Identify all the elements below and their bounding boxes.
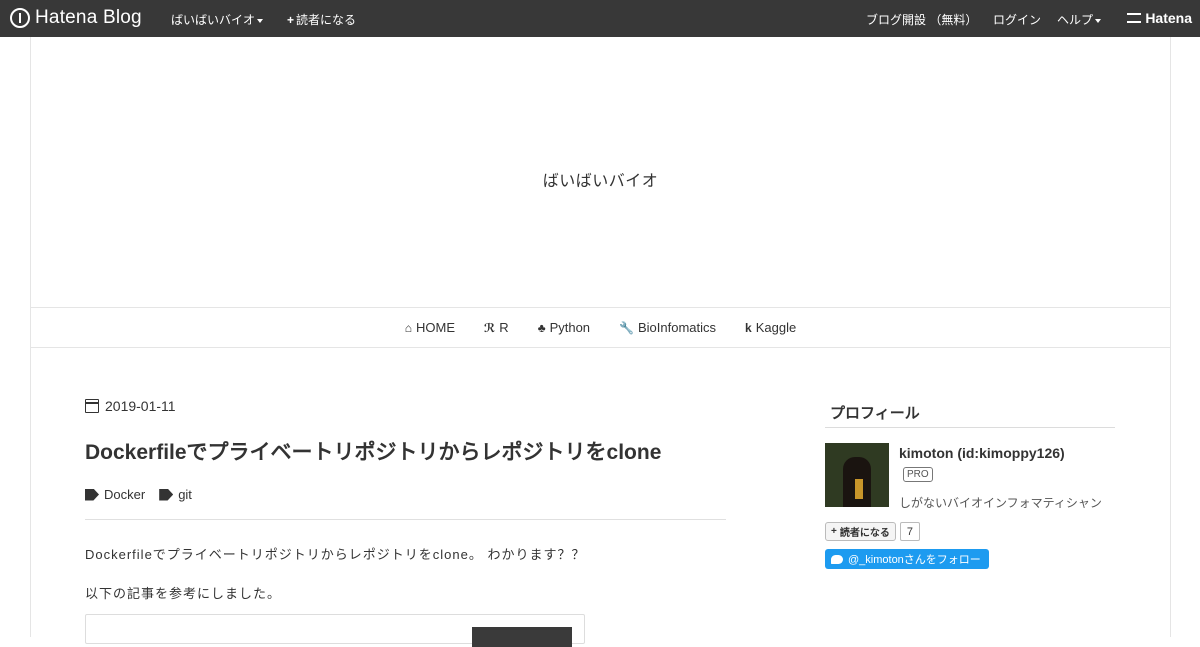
- article-paragraph: Dockerfileでプライベートリポジトリからレポジトリをclone。 わかり…: [85, 547, 586, 562]
- plus-icon: +: [287, 13, 295, 27]
- subscriber-count[interactable]: 7: [899, 522, 920, 541]
- hatena-blog-logo-icon: [10, 8, 30, 28]
- nav-item-r[interactable]: ℛR: [484, 320, 509, 335]
- hatena-logo-icon: [1127, 13, 1142, 23]
- twitter-follow-label: @_kimotonさんをフォロー: [848, 554, 981, 566]
- article-date[interactable]: 2019-01-11: [85, 398, 176, 414]
- tag-docker[interactable]: Docker: [85, 487, 145, 502]
- embed-thumbnail: [472, 627, 572, 647]
- kaggle-icon: k: [745, 320, 752, 335]
- subscribe-top-label: 読者になる: [296, 13, 357, 27]
- nav-item-bioinfomatics[interactable]: 🔧 BioInfomatics: [619, 320, 716, 335]
- pro-badge: PRO: [903, 467, 933, 482]
- profile-heading: プロフィール: [830, 405, 920, 422]
- nav-item-kaggle[interactable]: k Kaggle: [745, 320, 796, 335]
- caret-down-icon: [1095, 18, 1102, 23]
- article-paragraph: 以下の記事を参考にしました。: [85, 586, 282, 601]
- calendar-icon: [85, 399, 99, 413]
- login-link[interactable]: ログイン: [993, 11, 1041, 28]
- tag-icon: [85, 488, 99, 501]
- plus-icon: +: [831, 526, 837, 537]
- nav-item-home[interactable]: ⌂ HOME: [405, 320, 455, 335]
- help-dropdown[interactable]: ヘルプ: [1057, 11, 1102, 28]
- subscribe-button[interactable]: + 読者になる: [825, 522, 896, 541]
- nav-label: R: [499, 320, 509, 335]
- hatena-logo[interactable]: Hatena: [1127, 10, 1192, 26]
- wrench-icon: 🔧: [619, 320, 634, 335]
- article-tags: Docker git: [85, 487, 192, 502]
- tag-label: Docker: [104, 487, 146, 502]
- tag-git[interactable]: git: [159, 487, 192, 502]
- nav-label: Kaggle: [755, 320, 797, 335]
- home-icon: ⌂: [404, 320, 413, 335]
- tag-icon: [159, 488, 174, 501]
- profile-name[interactable]: kimoton (id:kimoppy126): [899, 445, 1065, 461]
- profile-divider: [825, 427, 1115, 428]
- category-nav: ⌂ HOME ℛR ♣ Python 🔧 BioInfomatics k Kaggle: [31, 307, 1170, 348]
- top-bar: Hatena Blog ばいばいバイオ + 読者になる ブログ開設 （無料） ログ…: [0, 0, 1200, 37]
- blog-menu-label: ばいばいバイオ: [171, 13, 256, 27]
- caret-down-icon: [257, 18, 264, 23]
- embedded-link-card[interactable]: [85, 614, 585, 647]
- tag-label: git: [178, 487, 192, 502]
- blog-menu-dropdown[interactable]: ばいばいバイオ: [171, 11, 264, 28]
- hatena-logo-text: Hatena: [1145, 10, 1192, 26]
- help-label: ヘルプ: [1057, 13, 1094, 27]
- profile-description: しがないバイオインフォマティシャン: [899, 496, 1102, 510]
- blog-title[interactable]: ばいばいバイオ: [31, 167, 1170, 191]
- logo-text: Hatena Blog: [35, 7, 142, 28]
- avatar[interactable]: [825, 443, 889, 507]
- nav-label: Python: [549, 320, 591, 335]
- nav-label: HOME: [416, 320, 456, 335]
- twitter-bird-icon: [831, 554, 843, 564]
- article-date-text: 2019-01-11: [105, 398, 176, 414]
- open-blog-link[interactable]: ブログ開設 （無料）: [866, 11, 977, 28]
- subscribe-widget: + 読者になる 7: [825, 522, 920, 541]
- article-divider: [85, 519, 726, 520]
- r-logo-icon: ℛ: [484, 320, 496, 335]
- twitter-follow-button[interactable]: @_kimotonさんをフォロー: [825, 549, 989, 569]
- nav-item-python[interactable]: ♣ Python: [538, 320, 590, 335]
- python-icon: ♣: [537, 320, 546, 335]
- hatena-blog-logo[interactable]: Hatena Blog: [10, 7, 142, 29]
- subscribe-label: 読者になる: [839, 528, 890, 539]
- nav-label: BioInfomatics: [638, 320, 717, 335]
- article-title[interactable]: Dockerfileでプライベートリポジトリからレポジトリをclone: [85, 436, 661, 466]
- subscribe-top-button[interactable]: + 読者になる: [287, 11, 356, 28]
